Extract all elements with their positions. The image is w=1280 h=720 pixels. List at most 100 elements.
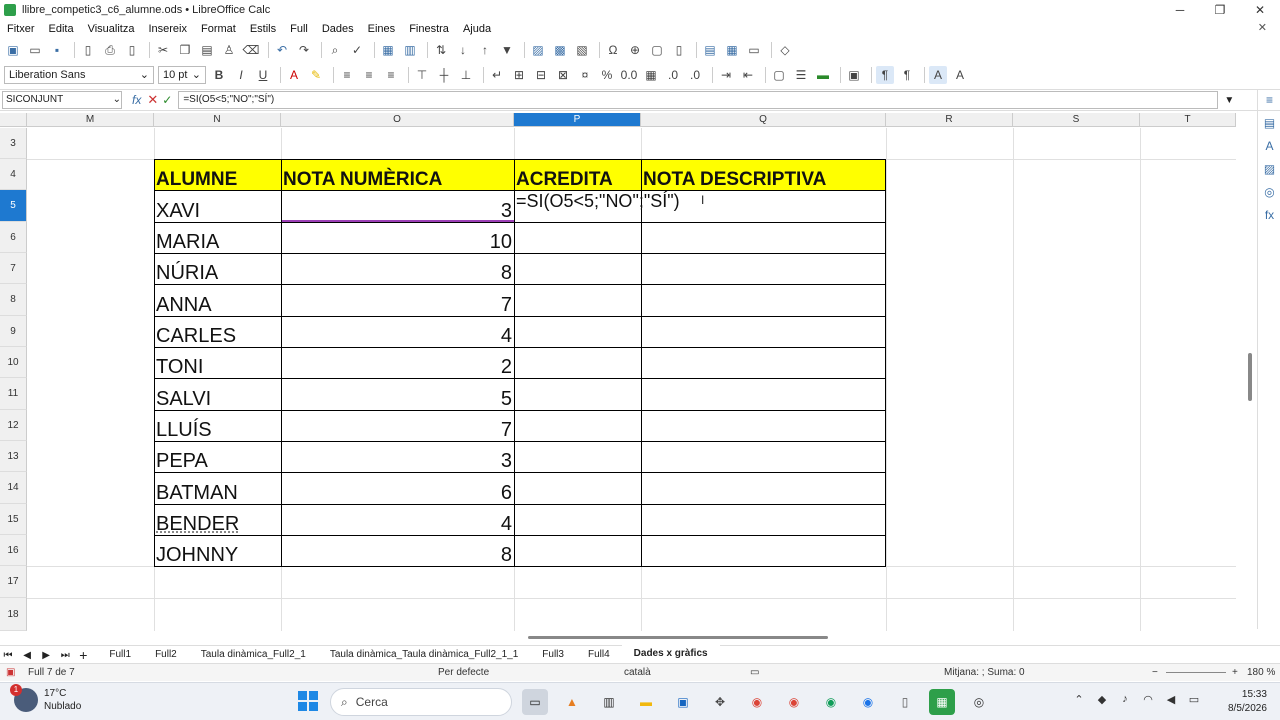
align-left-icon[interactable]: ≡ bbox=[338, 66, 356, 84]
row-header-3[interactable]: 3 bbox=[0, 128, 27, 159]
align-center-icon[interactable]: ≡ bbox=[360, 66, 378, 84]
merge-cells-icon[interactable]: ⊞ bbox=[510, 66, 528, 84]
header-footer-icon[interactable]: ▯ bbox=[670, 41, 688, 59]
border-color-icon[interactable]: ▬ bbox=[814, 66, 832, 84]
find-replace-icon[interactable]: ⌕ bbox=[326, 41, 344, 59]
functions-icon[interactable]: fx bbox=[1258, 204, 1280, 227]
decrease-indent-icon[interactable]: ⇤ bbox=[739, 66, 757, 84]
library-icon[interactable]: ▥ bbox=[596, 689, 622, 715]
row-header-6[interactable]: 6 bbox=[0, 222, 27, 253]
add-sheet-icon[interactable]: + bbox=[79, 647, 87, 663]
grade-cell[interactable]: 7 bbox=[281, 284, 514, 316]
student-name-cell[interactable]: JOHNNY bbox=[154, 535, 281, 566]
row-header-14[interactable]: 14 bbox=[0, 472, 27, 504]
header-cell-nota-numerica[interactable]: NOTA NUMÈRICA bbox=[281, 159, 514, 190]
store-icon[interactable]: ▣ bbox=[670, 689, 696, 715]
insert-chart-icon[interactable]: ▩ bbox=[551, 41, 569, 59]
active-cell-formula-editor[interactable]: =SI(O5<5;"NO";"SÍ") bbox=[514, 190, 714, 218]
menu-visualitza[interactable]: Visualitza bbox=[81, 23, 142, 35]
menu-fitxer[interactable]: Fitxer bbox=[0, 23, 42, 35]
row-header-5[interactable]: 5 bbox=[0, 190, 27, 222]
document-icon[interactable]: ▯ bbox=[892, 689, 918, 715]
task-view-icon[interactable]: ▭ bbox=[522, 689, 548, 715]
first-sheet-icon[interactable]: ⏮ bbox=[0, 650, 16, 661]
select-all-corner[interactable] bbox=[0, 113, 27, 127]
chevron-up-icon[interactable]: ⌃ bbox=[1070, 693, 1088, 706]
student-name-cell[interactable]: SALVI bbox=[154, 378, 281, 410]
borders-icon[interactable]: ▢ bbox=[770, 66, 788, 84]
grade-cell[interactable]: 3 bbox=[281, 441, 514, 472]
italic-icon[interactable]: I bbox=[232, 66, 250, 84]
student-name-cell[interactable]: PEPA bbox=[154, 441, 281, 472]
split-window-icon[interactable]: ▭ bbox=[745, 41, 763, 59]
currency-format-icon[interactable]: ¤ bbox=[576, 66, 594, 84]
chrome-profile-2-icon[interactable]: ◉ bbox=[818, 689, 844, 715]
font-color-icon[interactable]: A bbox=[285, 66, 303, 84]
sort-descending-icon[interactable]: ↑ bbox=[476, 41, 494, 59]
zoom-out-icon[interactable]: − bbox=[1152, 667, 1158, 678]
obs-icon[interactable]: ◎ bbox=[966, 689, 992, 715]
percent-format-icon[interactable]: % bbox=[598, 66, 616, 84]
clear-format-icon[interactable]: ⌫ bbox=[242, 41, 260, 59]
menu-eines[interactable]: Eines bbox=[361, 23, 403, 35]
start-button[interactable] bbox=[298, 691, 318, 711]
date-format-icon[interactable]: ▦ bbox=[642, 66, 660, 84]
paste-icon[interactable]: ▤ bbox=[198, 41, 216, 59]
vertical-scrollbar[interactable] bbox=[1240, 113, 1256, 633]
zoom-in-icon[interactable]: + bbox=[1232, 667, 1238, 678]
menu-ajuda[interactable]: Ajuda bbox=[456, 23, 498, 35]
conditional-format-icon[interactable]: ▣ bbox=[845, 66, 863, 84]
column-header-m[interactable]: M bbox=[27, 113, 154, 127]
column-header-p[interactable]: P bbox=[514, 113, 641, 127]
microphone-icon[interactable]: ♪ bbox=[1116, 693, 1134, 706]
new-document-icon[interactable]: ▣ bbox=[4, 41, 22, 59]
autofilter-icon[interactable]: ▼ bbox=[498, 41, 516, 59]
insert-image-icon[interactable]: ▨ bbox=[529, 41, 547, 59]
number-format-icon[interactable]: 0.0 bbox=[620, 66, 638, 84]
chrome-profile-icon[interactable]: ◉ bbox=[781, 689, 807, 715]
highlight-color-icon[interactable]: ✎ bbox=[307, 66, 325, 84]
grade-cell[interactable]: 3 bbox=[281, 190, 514, 222]
student-name-cell[interactable]: XAVI bbox=[154, 190, 281, 222]
spelling-icon[interactable]: ✓ bbox=[348, 41, 366, 59]
menu-estils[interactable]: Estils bbox=[243, 23, 283, 35]
close-document-icon[interactable]: ✕ bbox=[1251, 21, 1274, 34]
function-wizard-icon[interactable]: fx bbox=[132, 93, 141, 107]
text-rtl-icon[interactable]: ¶ bbox=[898, 66, 916, 84]
student-name-cell[interactable]: MARIA bbox=[154, 222, 281, 253]
increase-indent-icon[interactable]: ⇥ bbox=[717, 66, 735, 84]
zoom-level[interactable]: 180 % bbox=[1247, 667, 1275, 678]
libreoffice-calc-icon[interactable]: ▦ bbox=[929, 689, 955, 715]
merge-center-icon[interactable]: ⊠ bbox=[554, 66, 572, 84]
tab-full3[interactable]: Full3 bbox=[530, 646, 576, 664]
grade-cell[interactable]: 8 bbox=[281, 253, 514, 284]
row-header-15[interactable]: 15 bbox=[0, 504, 27, 535]
text-ltr-icon[interactable]: ¶ bbox=[876, 66, 894, 84]
spreadsheet-grid[interactable]: M N O P Q R S T 3 4 5 6 7 8 9 10 11 12 1… bbox=[0, 113, 1236, 631]
accept-icon[interactable]: ✓ bbox=[162, 93, 172, 107]
properties-icon[interactable]: ▤ bbox=[1258, 112, 1280, 135]
taskbar-clock[interactable]: 15:33 8/5/2026 bbox=[1228, 688, 1267, 716]
grade-cell[interactable]: 4 bbox=[281, 504, 514, 535]
menu-full[interactable]: Full bbox=[283, 23, 315, 35]
column-header-t[interactable]: T bbox=[1140, 113, 1236, 127]
student-name-cell[interactable]: BATMAN bbox=[154, 472, 281, 504]
chrome-icon[interactable]: ◉ bbox=[744, 689, 770, 715]
tab-taula-dinamica-taula-dinamica[interactable]: Taula dinàmica_Taula dinàmica_Full2_1_1 bbox=[318, 646, 530, 664]
menu-finestra[interactable]: Finestra bbox=[402, 23, 456, 35]
redo-icon[interactable]: ↷ bbox=[295, 41, 313, 59]
gallery-icon[interactable]: ▨ bbox=[1258, 158, 1280, 181]
row-header-11[interactable]: 11 bbox=[0, 378, 27, 410]
last-sheet-icon[interactable]: ⏭ bbox=[57, 650, 73, 661]
wrap-text-icon[interactable]: ↵ bbox=[488, 66, 506, 84]
file-explorer-icon[interactable]: ▬ bbox=[633, 689, 659, 715]
print-preview-icon[interactable]: ▯ bbox=[123, 41, 141, 59]
tab-taula-dinamica-full2-1[interactable]: Taula dinàmica_Full2_1 bbox=[189, 646, 318, 664]
tab-dades-x-grafics[interactable]: Dades x gràfics bbox=[621, 644, 720, 665]
pivot-table-icon[interactable]: ▧ bbox=[573, 41, 591, 59]
define-print-area-icon[interactable]: ▤ bbox=[701, 41, 719, 59]
vlc-icon[interactable]: ▲ bbox=[559, 689, 585, 715]
row-header-7[interactable]: 7 bbox=[0, 253, 27, 284]
column-icon[interactable]: ▥ bbox=[401, 41, 419, 59]
align-right-icon[interactable]: ≡ bbox=[382, 66, 400, 84]
